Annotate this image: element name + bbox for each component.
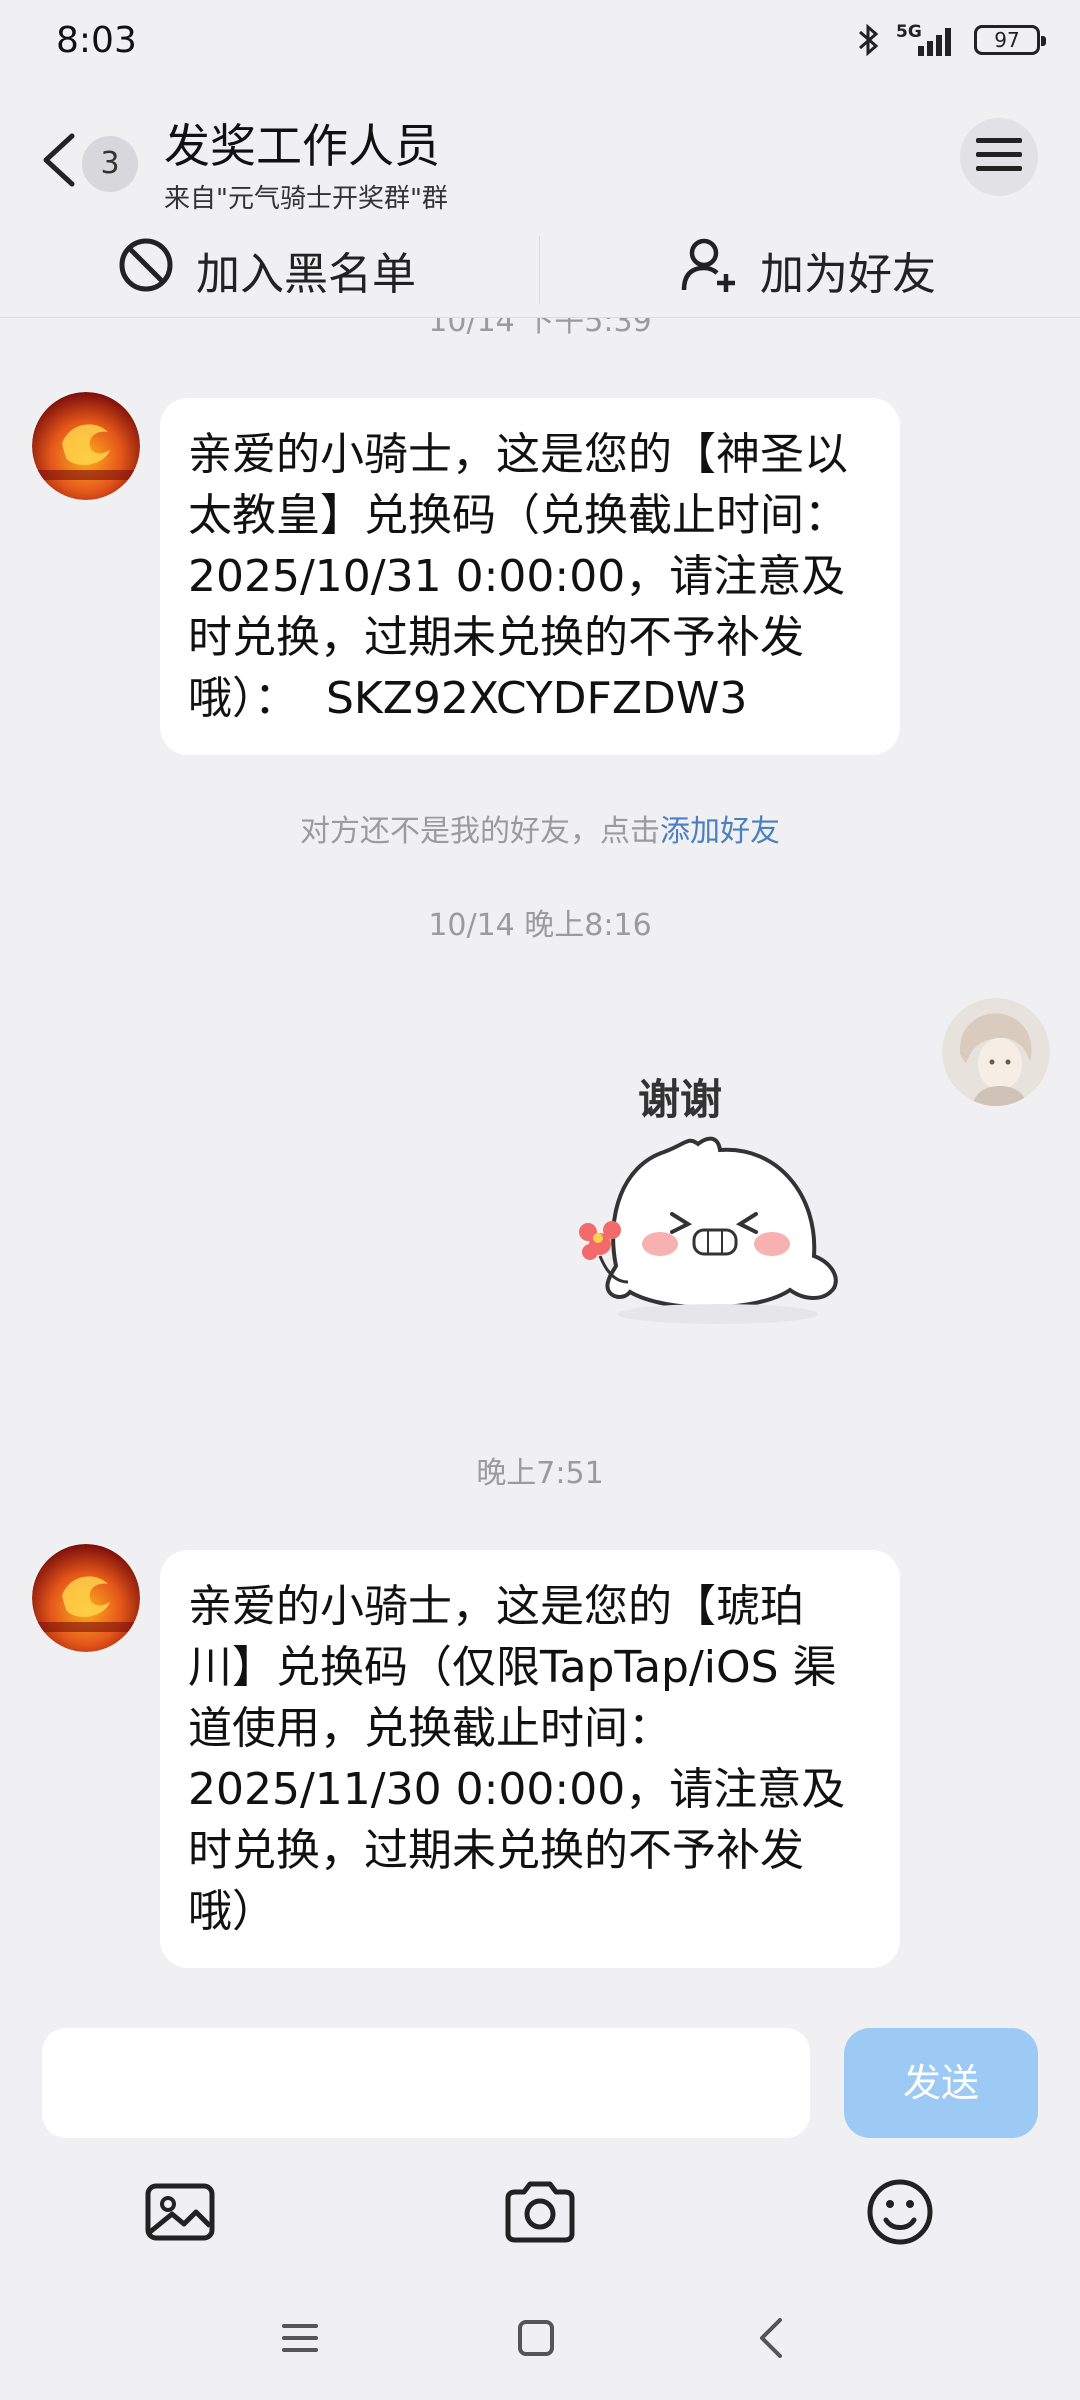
- my-avatar[interactable]: [942, 998, 1050, 1106]
- chat-area[interactable]: 10/14 下午5:39 亲爱的小骑士，这是您的【神圣以 太教皇】兑换码（兑换截…: [0, 318, 1080, 2012]
- message-bubble[interactable]: 亲爱的小骑士，这是您的【神圣以 太教皇】兑换码（兑换截止时间： 2025/10/…: [160, 398, 900, 755]
- add-friend-link[interactable]: 添加好友: [660, 814, 780, 849]
- page-title: 发奖工作人员: [164, 119, 440, 173]
- message-timestamp: 晚上7:51: [476, 1456, 604, 1491]
- unread-badge[interactable]: 3: [82, 136, 138, 192]
- input-area: 发送: [0, 2012, 1080, 2400]
- sender-avatar[interactable]: [32, 392, 140, 500]
- bluetooth-icon: [856, 22, 882, 58]
- add-friend-button[interactable]: 加为好友: [680, 222, 936, 318]
- sender-avatar[interactable]: [32, 1544, 140, 1652]
- message-timestamp: 10/14 下午5:39: [428, 318, 652, 339]
- friend-notice-text: 对方还不是我的好友，点击: [300, 814, 660, 849]
- battery-indicator: 97: [974, 25, 1046, 55]
- nav-menu-icon[interactable]: [270, 2308, 330, 2368]
- divider: [539, 236, 540, 304]
- friend-notice: 对方还不是我的好友，点击添加好友: [0, 806, 1080, 850]
- sticker-message[interactable]: 谢谢: [568, 1066, 858, 1356]
- chat-header: 3 发奖工作人员 来自"元气骑士开奖群"群: [0, 90, 1080, 220]
- message-timestamp: 10/14 晚上8:16: [428, 908, 652, 943]
- action-bar: 加入黑名单 加为好友: [0, 222, 1080, 318]
- send-button[interactable]: 发送: [844, 2028, 1038, 2138]
- camera-icon[interactable]: [500, 2172, 580, 2252]
- image-icon[interactable]: [140, 2172, 220, 2252]
- status-icons: 5G 97: [856, 22, 1046, 58]
- status-time: 8:03: [56, 20, 137, 61]
- add-user-icon: [680, 236, 738, 305]
- menu-button[interactable]: [960, 118, 1038, 196]
- sticker-text: 谢谢: [638, 1075, 722, 1124]
- back-icon[interactable]: [36, 130, 86, 190]
- status-bar: 8:03 5G 97: [0, 0, 1080, 90]
- chat-subtitle: 来自"元气骑士开奖群"群: [164, 184, 448, 214]
- message-input[interactable]: [42, 2028, 810, 2138]
- block-icon: [118, 237, 174, 304]
- emoji-icon[interactable]: [860, 2172, 940, 2252]
- block-button[interactable]: 加入黑名单: [118, 222, 416, 318]
- nav-home-icon[interactable]: [506, 2308, 566, 2368]
- block-label: 加入黑名单: [196, 249, 416, 300]
- message-bubble[interactable]: 亲爱的小骑士，这是您的【琥珀 川】兑换码（仅限TapTap/iOS 渠 道使用，…: [160, 1550, 900, 1968]
- nav-back-icon[interactable]: [742, 2308, 802, 2368]
- add-friend-label: 加为好友: [760, 249, 936, 300]
- menu-icon: [976, 136, 1022, 178]
- signal-icon: 5G: [896, 22, 960, 58]
